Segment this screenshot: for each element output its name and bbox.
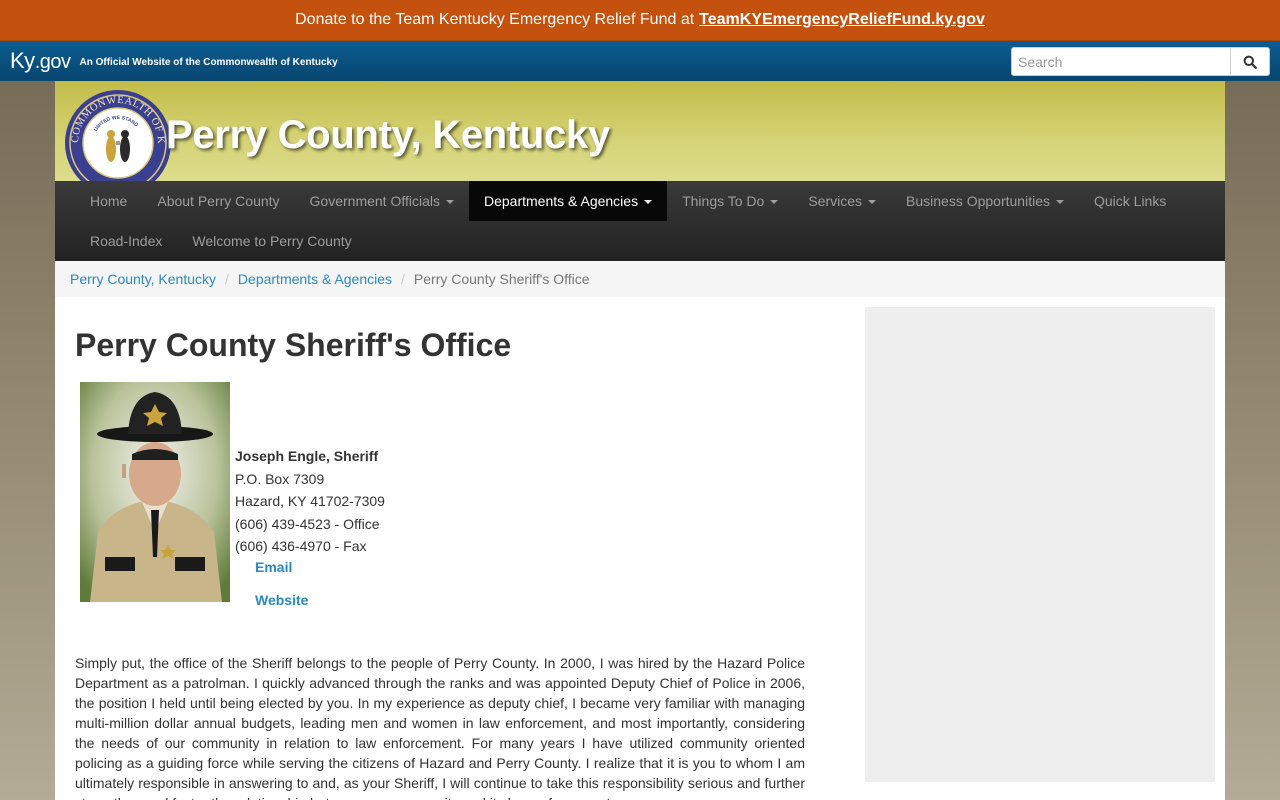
donate-text: Donate to the Team Kentucky Emergency Re… bbox=[295, 11, 695, 28]
kygov-logo-suffix: .gov bbox=[34, 51, 71, 73]
main-navbar: Home About Perry County Government Offic… bbox=[55, 181, 1225, 261]
nav-item-label: Departments & Agencies bbox=[484, 193, 639, 209]
breadcrumb-section-link[interactable]: Departments & Agencies bbox=[238, 271, 392, 287]
donate-banner: Donate to the Team Kentucky Emergency Re… bbox=[0, 0, 1280, 41]
search-icon bbox=[1243, 55, 1257, 69]
office-phone: (606) 439-4523 - Office bbox=[235, 515, 380, 532]
donate-link[interactable]: TeamKYEmergencyReliefFund.ky.gov bbox=[699, 11, 985, 29]
caret-down-icon bbox=[446, 199, 454, 204]
breadcrumb-current: Perry County Sheriff's Office bbox=[413, 271, 590, 287]
nav-row-1: Home About Perry County Government Offic… bbox=[75, 181, 1225, 221]
site-header: COMMONWEALTH OF KENTUCKY UNITED WE STAND… bbox=[55, 81, 1225, 181]
kygov-logo-main: Ky bbox=[10, 48, 35, 73]
sheriff-name: Joseph Engle, Sheriff bbox=[235, 448, 379, 464]
nav-row-2: Road-Index Welcome to Perry County bbox=[75, 221, 1225, 261]
nav-item-government-officials[interactable]: Government Officials bbox=[295, 181, 469, 221]
nav-item-label: Government Officials bbox=[309, 193, 440, 209]
sheriff-photo bbox=[80, 382, 230, 602]
fax-number: (606) 436-4970 - Fax bbox=[235, 538, 367, 554]
nav-item-label: Business Opportunities bbox=[906, 193, 1050, 209]
nav-item-departments-agencies[interactable]: Departments & Agencies bbox=[469, 181, 668, 221]
nav-item-services[interactable]: Services bbox=[793, 181, 891, 221]
page-title: Perry County Sheriff's Office bbox=[75, 327, 512, 363]
email-link[interactable]: Email bbox=[255, 559, 292, 575]
nav-item-label: Things To Do bbox=[682, 193, 765, 209]
nav-item-label: Home bbox=[90, 193, 128, 209]
kygov-tagline: An Official Website of the Commonwealth … bbox=[79, 56, 338, 68]
search-form bbox=[1011, 47, 1270, 76]
nav-item-label: Welcome to Perry County bbox=[192, 233, 352, 249]
breadcrumb-separator: / bbox=[225, 271, 229, 287]
caret-down-icon bbox=[770, 199, 779, 204]
nav-item-home[interactable]: Home bbox=[75, 181, 142, 221]
caret-down-icon bbox=[868, 199, 877, 204]
kygov-bar: Ky.gov An Official Website of the Common… bbox=[0, 41, 1280, 81]
nav-item-quick-links[interactable]: Quick Links bbox=[1079, 181, 1181, 221]
sidebar-panel bbox=[865, 307, 1215, 782]
contact-info: Joseph Engle, Sheriff P.O. Box 7309 Haza… bbox=[235, 445, 385, 558]
kentucky-seal-logo[interactable]: COMMONWEALTH OF KENTUCKY UNITED WE STAND bbox=[64, 89, 172, 181]
address-line-1: P.O. Box 7309 bbox=[235, 470, 325, 487]
sheriff-bio: Simply put, the office of the Sheriff be… bbox=[75, 655, 805, 800]
nav-item-label: About Perry County bbox=[157, 193, 280, 209]
nav-item-label: Services bbox=[808, 193, 863, 209]
website-link[interactable]: Website bbox=[255, 592, 308, 608]
nav-item-about[interactable]: About Perry County bbox=[142, 181, 294, 221]
breadcrumb-home-link[interactable]: Perry County, Kentucky bbox=[70, 271, 216, 287]
search-button[interactable] bbox=[1231, 47, 1270, 76]
caret-down-icon bbox=[644, 199, 653, 204]
kygov-logo[interactable]: Ky.gov bbox=[10, 48, 71, 74]
breadcrumb-separator: / bbox=[401, 271, 405, 287]
nav-item-welcome[interactable]: Welcome to Perry County bbox=[177, 221, 366, 261]
nav-item-label: Quick Links bbox=[1093, 193, 1167, 209]
nav-item-things-to-do[interactable]: Things To Do bbox=[667, 181, 793, 221]
search-input[interactable] bbox=[1011, 47, 1231, 76]
site-title[interactable]: Perry County, Kentucky bbox=[166, 113, 610, 158]
nav-item-business-opportunities[interactable]: Business Opportunities bbox=[891, 181, 1079, 221]
breadcrumb: Perry County, Kentucky / Departments & A… bbox=[55, 261, 1225, 297]
main-container: COMMONWEALTH OF KENTUCKY UNITED WE STAND… bbox=[55, 81, 1225, 800]
nav-item-road-index[interactable]: Road-Index bbox=[75, 221, 177, 261]
caret-down-icon bbox=[1055, 199, 1064, 204]
address-line-2: Hazard, KY 41702-7309 bbox=[235, 493, 385, 509]
nav-item-label: Road-Index bbox=[90, 233, 163, 249]
